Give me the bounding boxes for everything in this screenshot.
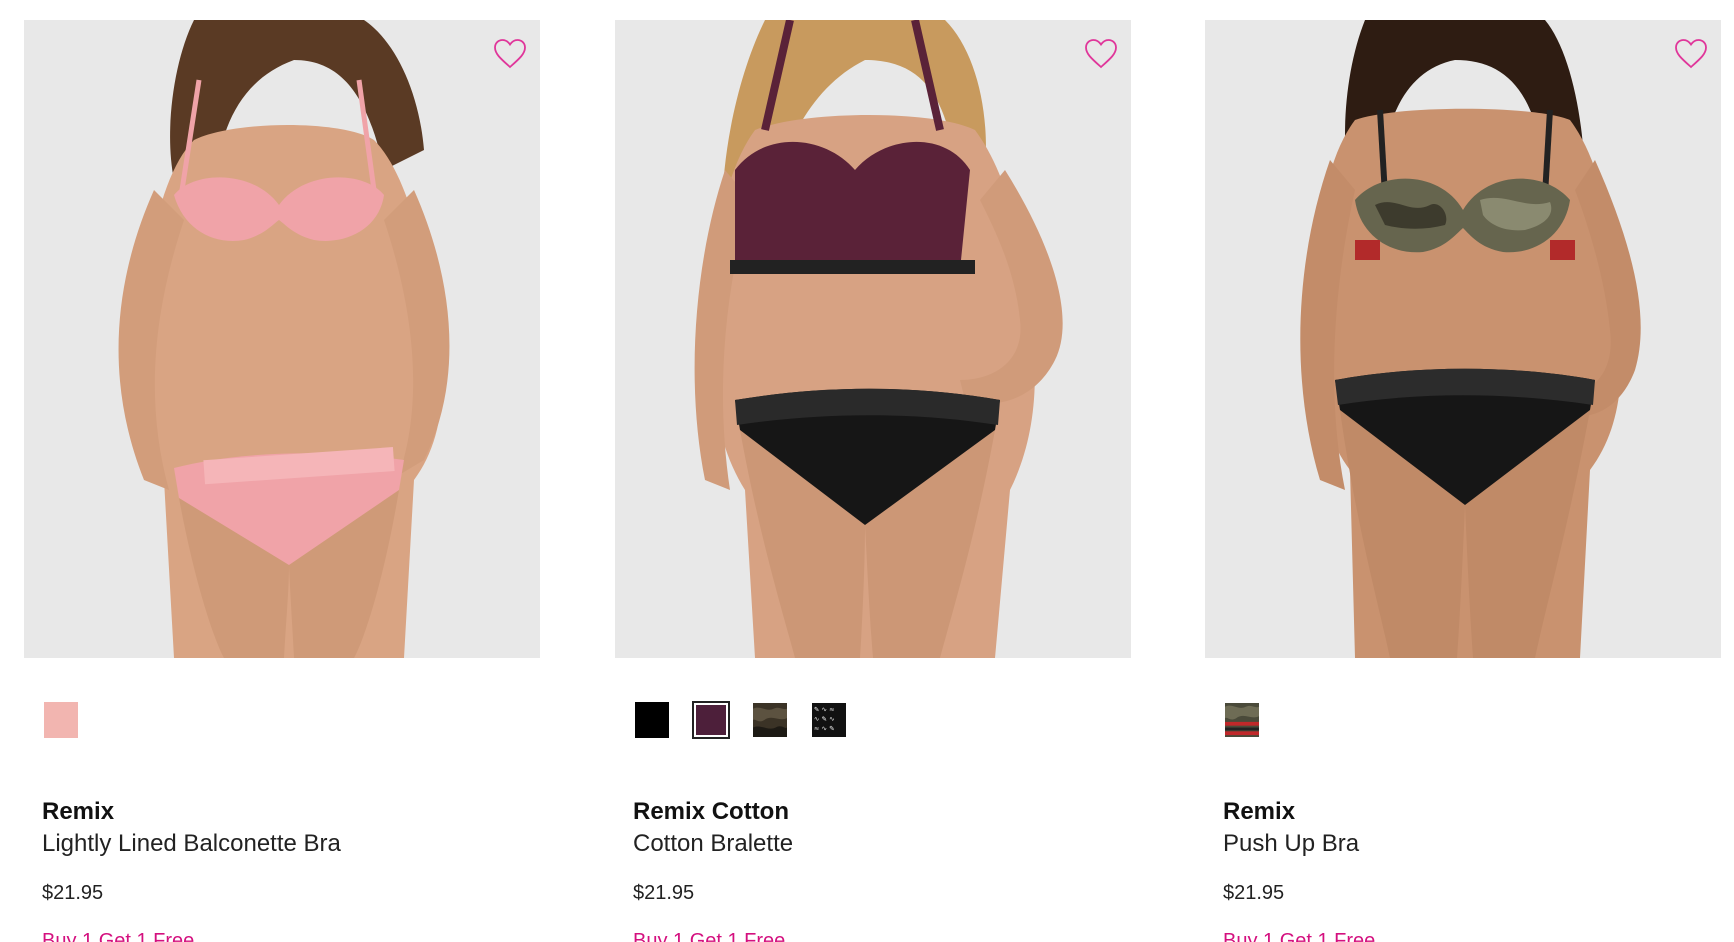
product-name[interactable]: Lightly Lined Balconette Bra bbox=[42, 830, 341, 858]
promo-link[interactable]: Buy 1 Get 1 Free bbox=[42, 930, 194, 942]
svg-text:✎ ∿ ≈: ✎ ∿ ≈ bbox=[814, 706, 835, 714]
product-brand[interactable]: Remix bbox=[1223, 798, 1295, 826]
product-card: Remix Push Up Bra $21.95 Buy 1 Get 1 Fre… bbox=[1205, 20, 1721, 942]
product-image[interactable] bbox=[24, 20, 540, 658]
product-photo bbox=[1300, 20, 1641, 658]
product-image[interactable] bbox=[1205, 20, 1721, 658]
product-brand[interactable]: Remix Cotton bbox=[633, 798, 789, 826]
product-card: Remix Lightly Lined Balconette Bra $21.9… bbox=[24, 20, 540, 942]
svg-text:∿ ✎ ∿: ∿ ✎ ∿ bbox=[814, 715, 835, 723]
color-swatch[interactable] bbox=[751, 701, 789, 739]
wishlist-heart-icon[interactable] bbox=[1671, 34, 1711, 74]
wishlist-heart-icon[interactable] bbox=[490, 34, 530, 74]
color-swatch-selected[interactable] bbox=[692, 701, 730, 739]
color-swatches bbox=[42, 701, 80, 739]
wishlist-heart-icon[interactable] bbox=[1081, 34, 1121, 74]
product-name[interactable]: Cotton Bralette bbox=[633, 830, 793, 858]
swatch-chip-camo-red bbox=[1225, 703, 1259, 737]
product-card: ✎ ∿ ≈ ∿ ✎ ∿ ≈ ∿ ✎ Remix Cotton Cotton Br… bbox=[615, 20, 1131, 942]
product-price: $21.95 bbox=[633, 882, 695, 904]
color-swatch[interactable] bbox=[42, 701, 80, 739]
product-photo bbox=[118, 20, 450, 658]
swatch-chip-print: ✎ ∿ ≈ ∿ ✎ ∿ ≈ ∿ ✎ bbox=[812, 703, 846, 737]
swatch-chip-plum bbox=[696, 705, 726, 735]
product-name[interactable]: Push Up Bra bbox=[1223, 830, 1359, 858]
swatch-chip-black bbox=[635, 702, 669, 738]
swatch-chip-camo bbox=[753, 703, 787, 737]
svg-text:≈ ∿ ✎: ≈ ∿ ✎ bbox=[814, 724, 835, 732]
promo-link[interactable]: Buy 1 Get 1 Free bbox=[1223, 930, 1375, 942]
product-photo bbox=[694, 20, 1063, 658]
product-price: $21.95 bbox=[42, 882, 104, 904]
color-swatch[interactable] bbox=[1223, 701, 1261, 739]
color-swatches: ✎ ∿ ≈ ∿ ✎ ∿ ≈ ∿ ✎ bbox=[633, 701, 848, 739]
swatch-chip-pink bbox=[44, 702, 78, 738]
promo-link[interactable]: Buy 1 Get 1 Free bbox=[633, 930, 785, 942]
color-swatch[interactable]: ✎ ∿ ≈ ∿ ✎ ∿ ≈ ∿ ✎ bbox=[810, 701, 848, 739]
product-brand[interactable]: Remix bbox=[42, 798, 114, 826]
product-price: $21.95 bbox=[1223, 882, 1285, 904]
color-swatch[interactable] bbox=[633, 701, 671, 739]
product-grid: Remix Lightly Lined Balconette Bra $21.9… bbox=[0, 0, 1734, 942]
color-swatches bbox=[1223, 701, 1261, 739]
product-image[interactable] bbox=[615, 20, 1131, 658]
